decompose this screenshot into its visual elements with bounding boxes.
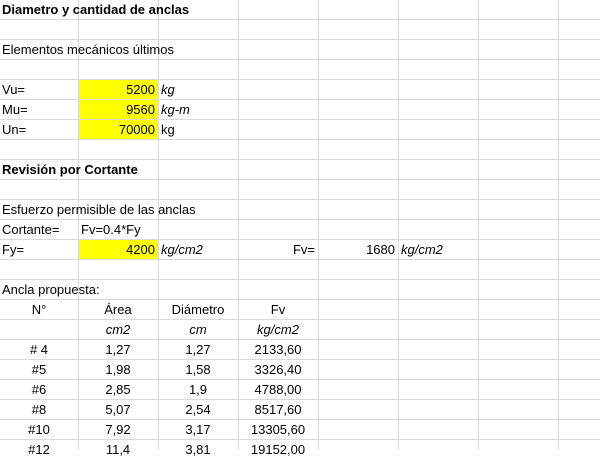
column-divider: [478, 0, 479, 450]
section2-heading: Revisión por Cortante: [2, 162, 138, 177]
fy-label: Fy=: [2, 242, 25, 257]
un-unit: kg: [161, 122, 175, 137]
row-divider: [0, 259, 600, 260]
mu-unit: kg-m: [161, 102, 190, 117]
table-header-fv: Fv: [270, 302, 286, 317]
sheet-title: Diametro y cantidad de anclas: [2, 2, 190, 17]
row-divider: [0, 179, 600, 180]
table-row-size: #8: [31, 402, 47, 417]
table-row-fv: 3326,40: [254, 362, 302, 377]
table-row-fv: 13305,60: [250, 422, 306, 437]
fy-unit: kg/cm2: [161, 242, 203, 257]
table-unit-fv: kg/cm2: [257, 322, 299, 337]
mu-value-cell[interactable]: 9560: [79, 100, 158, 119]
table-row-fv: 8517,60: [254, 402, 302, 417]
row-divider: [0, 19, 600, 20]
table-header-area: Área: [104, 302, 132, 317]
spreadsheet-grid[interactable]: Diametro y cantidad de anclas Elementos …: [0, 0, 600, 457]
column-divider: [318, 0, 319, 450]
un-label: Un=: [2, 122, 27, 137]
fv-unit: kg/cm2: [401, 242, 443, 257]
table-header-n: N°: [31, 302, 47, 317]
row-divider: [0, 139, 600, 140]
table-row-size: # 4: [29, 342, 49, 357]
table-row-area: 1,98: [105, 362, 131, 377]
table-row-diametro: 2,54: [185, 402, 211, 417]
table-unit-area: cm2: [105, 322, 131, 337]
table-row-diametro: 3,17: [185, 422, 211, 437]
table-row-diametro: 1,58: [185, 362, 211, 377]
table-row-size: #5: [31, 362, 47, 377]
vu-value-cell[interactable]: 5200: [79, 80, 158, 99]
vu-label: Vu=: [2, 82, 26, 97]
cortante-label: Cortante=: [2, 222, 60, 237]
table-header-diametro: Diámetro: [171, 302, 225, 317]
table-row-size: #10: [28, 422, 50, 437]
row-divider: [0, 59, 600, 60]
table-caption: Ancla propuesta:: [2, 282, 100, 297]
table-row-area: 1,27: [105, 342, 131, 357]
un-value-cell[interactable]: 70000: [79, 120, 158, 139]
cortante-formula: Fv=0.4*Fy: [81, 222, 141, 237]
section1-heading: Elementos mecánicos últimos: [2, 42, 174, 57]
section2-subheading: Esfuerzo permisible de las anclas: [2, 202, 196, 217]
table-row-area: 5,07: [105, 402, 131, 417]
table-unit-diametro: cm: [189, 322, 207, 337]
fv-value: 1680: [366, 242, 395, 257]
column-divider: [398, 0, 399, 450]
table-row-size: #6: [31, 382, 47, 397]
table-row-fv: 4788,00: [254, 382, 302, 397]
table-row-fv: 2133,60: [254, 342, 302, 357]
fv-label: Fv=: [292, 242, 315, 257]
table-row-area: 2,85: [105, 382, 131, 397]
vu-unit: kg: [161, 82, 175, 97]
table-row-area: 7,92: [105, 422, 131, 437]
table-row-diametro: 1,9: [188, 382, 208, 397]
column-divider: [558, 0, 559, 450]
mu-label: Mu=: [2, 102, 28, 117]
fy-value-cell[interactable]: 4200: [79, 240, 158, 259]
table-row-diametro: 1,27: [185, 342, 211, 357]
